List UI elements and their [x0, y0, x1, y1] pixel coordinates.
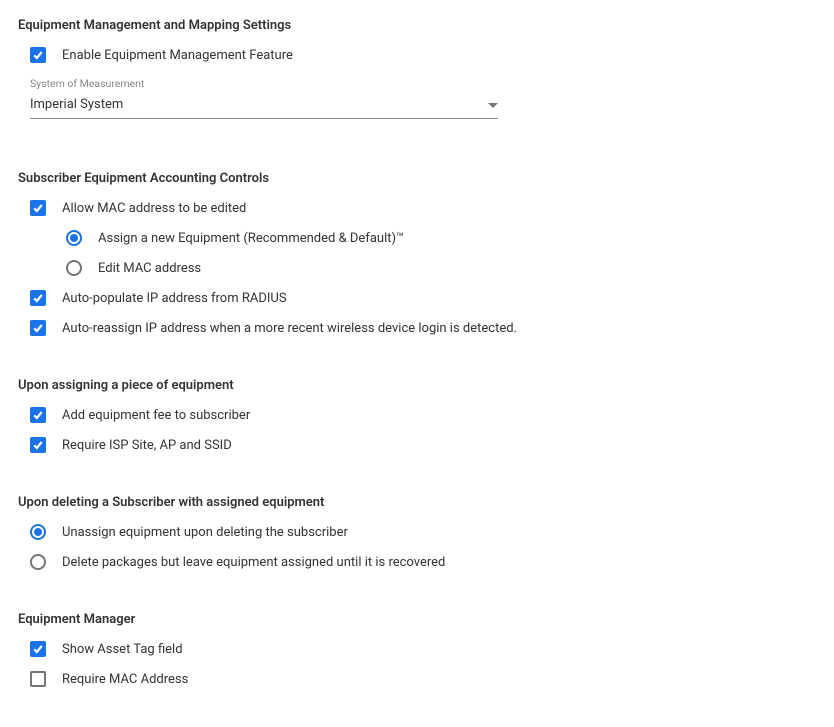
label-auto-populate-ip: Auto-populate IP address from RADIUS	[62, 291, 287, 306]
label-delete-packages: Delete packages but leave equipment assi…	[62, 555, 445, 570]
radio-assign-new-equipment[interactable]	[66, 230, 82, 246]
section-title-accounting: Subscriber Equipment Accounting Controls	[18, 171, 816, 186]
label-unassign-equipment: Unassign equipment upon deleting the sub…	[62, 525, 348, 540]
checkbox-allow-mac-edit[interactable]	[30, 200, 46, 216]
section-title-equipment-manager: Equipment Manager	[18, 612, 816, 627]
section-title-upon-assign: Upon assigning a piece of equipment	[18, 378, 816, 393]
checkbox-require-isp[interactable]	[30, 437, 46, 453]
label-require-isp: Require ISP Site, AP and SSID	[62, 438, 232, 453]
select-value-system-of-measurement: Imperial System	[30, 97, 123, 112]
radio-delete-packages[interactable]	[30, 554, 46, 570]
label-edit-mac-address: Edit MAC address	[98, 261, 201, 276]
checkbox-auto-reassign-ip[interactable]	[30, 320, 46, 336]
checkbox-show-asset-tag[interactable]	[30, 641, 46, 657]
dropdown-caret-icon	[488, 97, 498, 112]
radio-edit-mac-address[interactable]	[66, 260, 82, 276]
label-show-asset-tag: Show Asset Tag field	[62, 642, 183, 657]
label-enable-equipment-mgmt: Enable Equipment Management Feature	[62, 48, 293, 63]
section-title-mapping: Equipment Management and Mapping Setting…	[18, 18, 816, 33]
checkbox-enable-equipment-mgmt[interactable]	[30, 47, 46, 63]
checkbox-require-mac[interactable]	[30, 671, 46, 687]
label-require-mac: Require MAC Address	[62, 672, 188, 687]
radio-unassign-equipment[interactable]	[30, 524, 46, 540]
select-system-of-measurement[interactable]: Imperial System	[30, 95, 498, 119]
section-title-upon-delete: Upon deleting a Subscriber with assigned…	[18, 495, 816, 510]
label-allow-mac-edit: Allow MAC address to be edited	[62, 201, 246, 216]
checkbox-add-equipment-fee[interactable]	[30, 407, 46, 423]
label-system-of-measurement: System of Measurement	[30, 77, 498, 90]
label-assign-new-equipment: Assign a new Equipment (Recommended & De…	[98, 231, 404, 246]
label-add-equipment-fee: Add equipment fee to subscriber	[62, 408, 250, 423]
checkbox-auto-populate-ip[interactable]	[30, 290, 46, 306]
label-auto-reassign-ip: Auto-reassign IP address when a more rec…	[62, 321, 517, 336]
